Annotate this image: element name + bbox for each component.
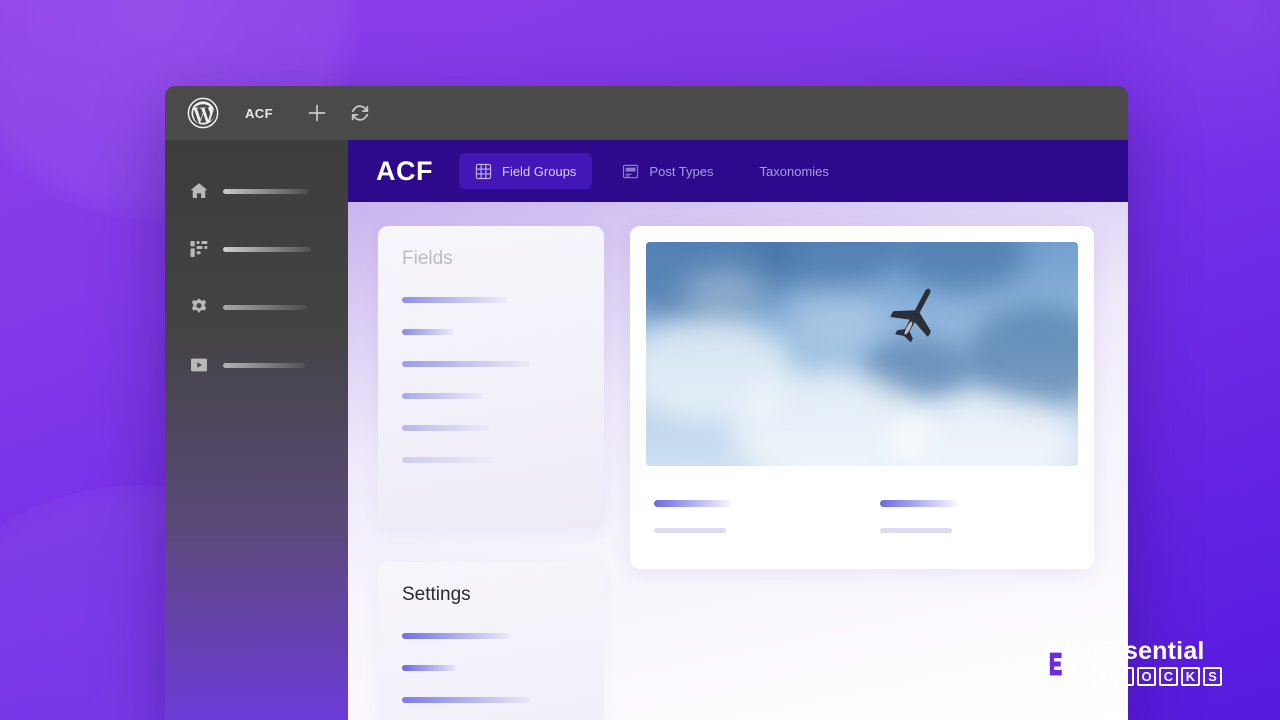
sidebar-item-dashboard[interactable] [165, 220, 348, 278]
acf-logo: ACF [376, 155, 433, 186]
brand-letter: S [1203, 667, 1222, 686]
setting-row-placeholder [402, 697, 530, 703]
sidebar-item-media[interactable] [165, 336, 348, 394]
tab-label: Post Types [649, 163, 714, 179]
brand-letter: B [1093, 667, 1112, 686]
airplane-icon [879, 280, 953, 354]
field-row-placeholder [402, 457, 494, 463]
media-play-icon [189, 355, 209, 375]
tab-label: Field Groups [502, 163, 577, 179]
acf-panel: ACF Field Groups Post Types Taxonomies F… [348, 140, 1128, 720]
brand-letter: L [1115, 667, 1134, 686]
wp-sidebar [165, 140, 348, 720]
tab-taxonomies[interactable]: Taxonomies [744, 153, 845, 189]
dashboard-icon [189, 239, 209, 259]
fields-card: Fields [378, 226, 604, 528]
tab-field-groups[interactable]: Field Groups [459, 153, 593, 189]
meta-column [844, 500, 1070, 533]
essential-blocks-logo: Essential B L O C K S [1040, 639, 1222, 686]
tab-post-types[interactable]: Post Types [606, 153, 729, 189]
setting-row-placeholder [402, 665, 456, 671]
wp-admin-bar: ACF [165, 86, 1128, 140]
sidebar-label-placeholder [223, 246, 311, 252]
document-icon [622, 163, 639, 180]
brand-letter: C [1159, 667, 1178, 686]
sidebar-label-placeholder [223, 188, 308, 194]
left-column: Fields Settings [378, 226, 604, 720]
setting-row-placeholder [402, 633, 510, 639]
card-meta-row [646, 466, 1078, 533]
wordpress-icon[interactable] [187, 97, 219, 129]
settings-card: Settings [378, 562, 604, 720]
hero-sky-image [646, 242, 1078, 466]
field-row-placeholder [402, 361, 530, 367]
meta-title-placeholder [654, 500, 732, 507]
brand-word-essential: Essential [1093, 637, 1205, 665]
brand-letter: K [1181, 667, 1200, 686]
home-icon [189, 181, 209, 201]
brand-letter: O [1137, 667, 1156, 686]
refresh-icon[interactable] [349, 102, 371, 124]
meta-sub-placeholder [880, 528, 952, 533]
grid-icon [475, 163, 492, 180]
field-row-placeholder [402, 329, 454, 335]
fields-card-title: Fields [402, 248, 453, 269]
sidebar-label-placeholder [223, 304, 307, 310]
admin-bar-site-name[interactable]: ACF [245, 106, 273, 121]
plus-icon[interactable] [305, 101, 329, 125]
acf-nav: Field Groups Post Types Taxonomies [459, 153, 845, 189]
meta-sub-placeholder [654, 528, 726, 533]
tab-label: Taxonomies [759, 163, 829, 179]
field-row-placeholder [402, 297, 508, 303]
settings-card-title: Settings [402, 584, 471, 605]
gear-icon [189, 297, 209, 317]
essential-blocks-wordmark: Essential B L O C K S [1093, 639, 1222, 686]
browser-window: ACF ACF Field Groups Post Types Taxonomi… [165, 86, 1128, 720]
acf-header-bar: ACF Field Groups Post Types Taxonomies [348, 140, 1128, 202]
sidebar-label-placeholder [223, 362, 305, 368]
field-row-placeholder [402, 425, 490, 431]
essential-blocks-mark-icon [1040, 643, 1080, 683]
sidebar-item-settings[interactable] [165, 278, 348, 336]
acf-content-area: Fields Settings [348, 202, 1128, 720]
field-row-placeholder [402, 393, 484, 399]
main-content-card [630, 226, 1094, 569]
meta-column [654, 500, 844, 533]
sidebar-item-home[interactable] [165, 162, 348, 220]
brand-word-blocks: B L O C K S [1093, 667, 1222, 686]
meta-title-placeholder [880, 500, 958, 507]
